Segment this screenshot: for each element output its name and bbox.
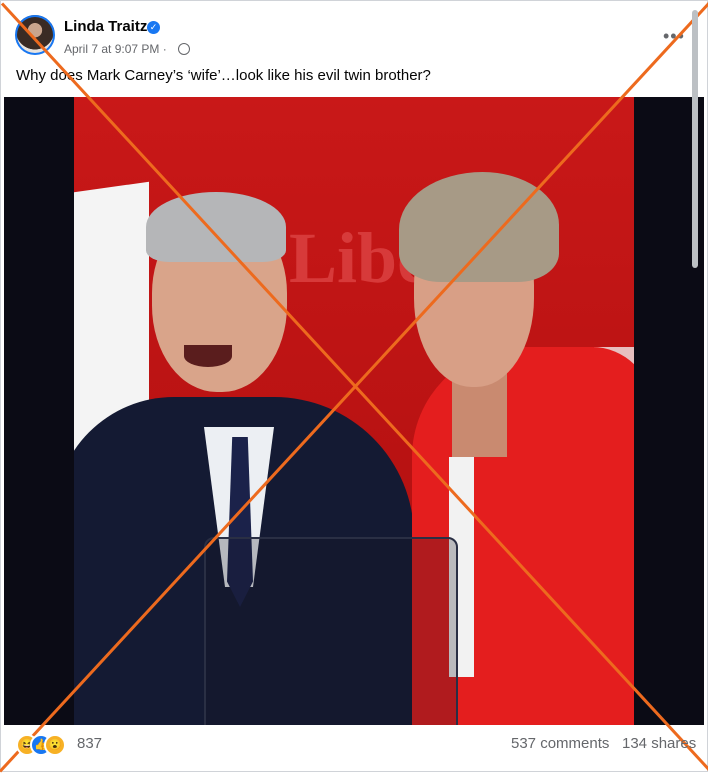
post-caption: Why does Mark Carney’s ‘wife’…look like … xyxy=(16,67,431,84)
person-left-hair xyxy=(146,192,286,262)
post-image[interactable]: Libe xyxy=(4,97,704,725)
globe-icon xyxy=(178,43,190,55)
scrollbar-thumb[interactable] xyxy=(692,10,698,268)
comments-count[interactable]: 537 comments xyxy=(511,735,609,752)
wow-reaction-icon: 😮 xyxy=(44,734,66,756)
reaction-count[interactable]: 837 xyxy=(77,735,102,752)
person-left-mouth xyxy=(184,345,232,367)
post-timestamp[interactable]: April 7 at 9:07 PM · xyxy=(64,42,167,56)
verified-badge-icon: ✓ xyxy=(147,21,160,34)
shares-count[interactable]: 134 shares xyxy=(622,735,696,752)
photo: Libe xyxy=(74,97,634,725)
timestamp-text[interactable]: April 7 at 9:07 PM xyxy=(64,42,159,56)
author-name[interactable]: Linda Traitz xyxy=(64,18,147,35)
podium xyxy=(204,537,458,725)
